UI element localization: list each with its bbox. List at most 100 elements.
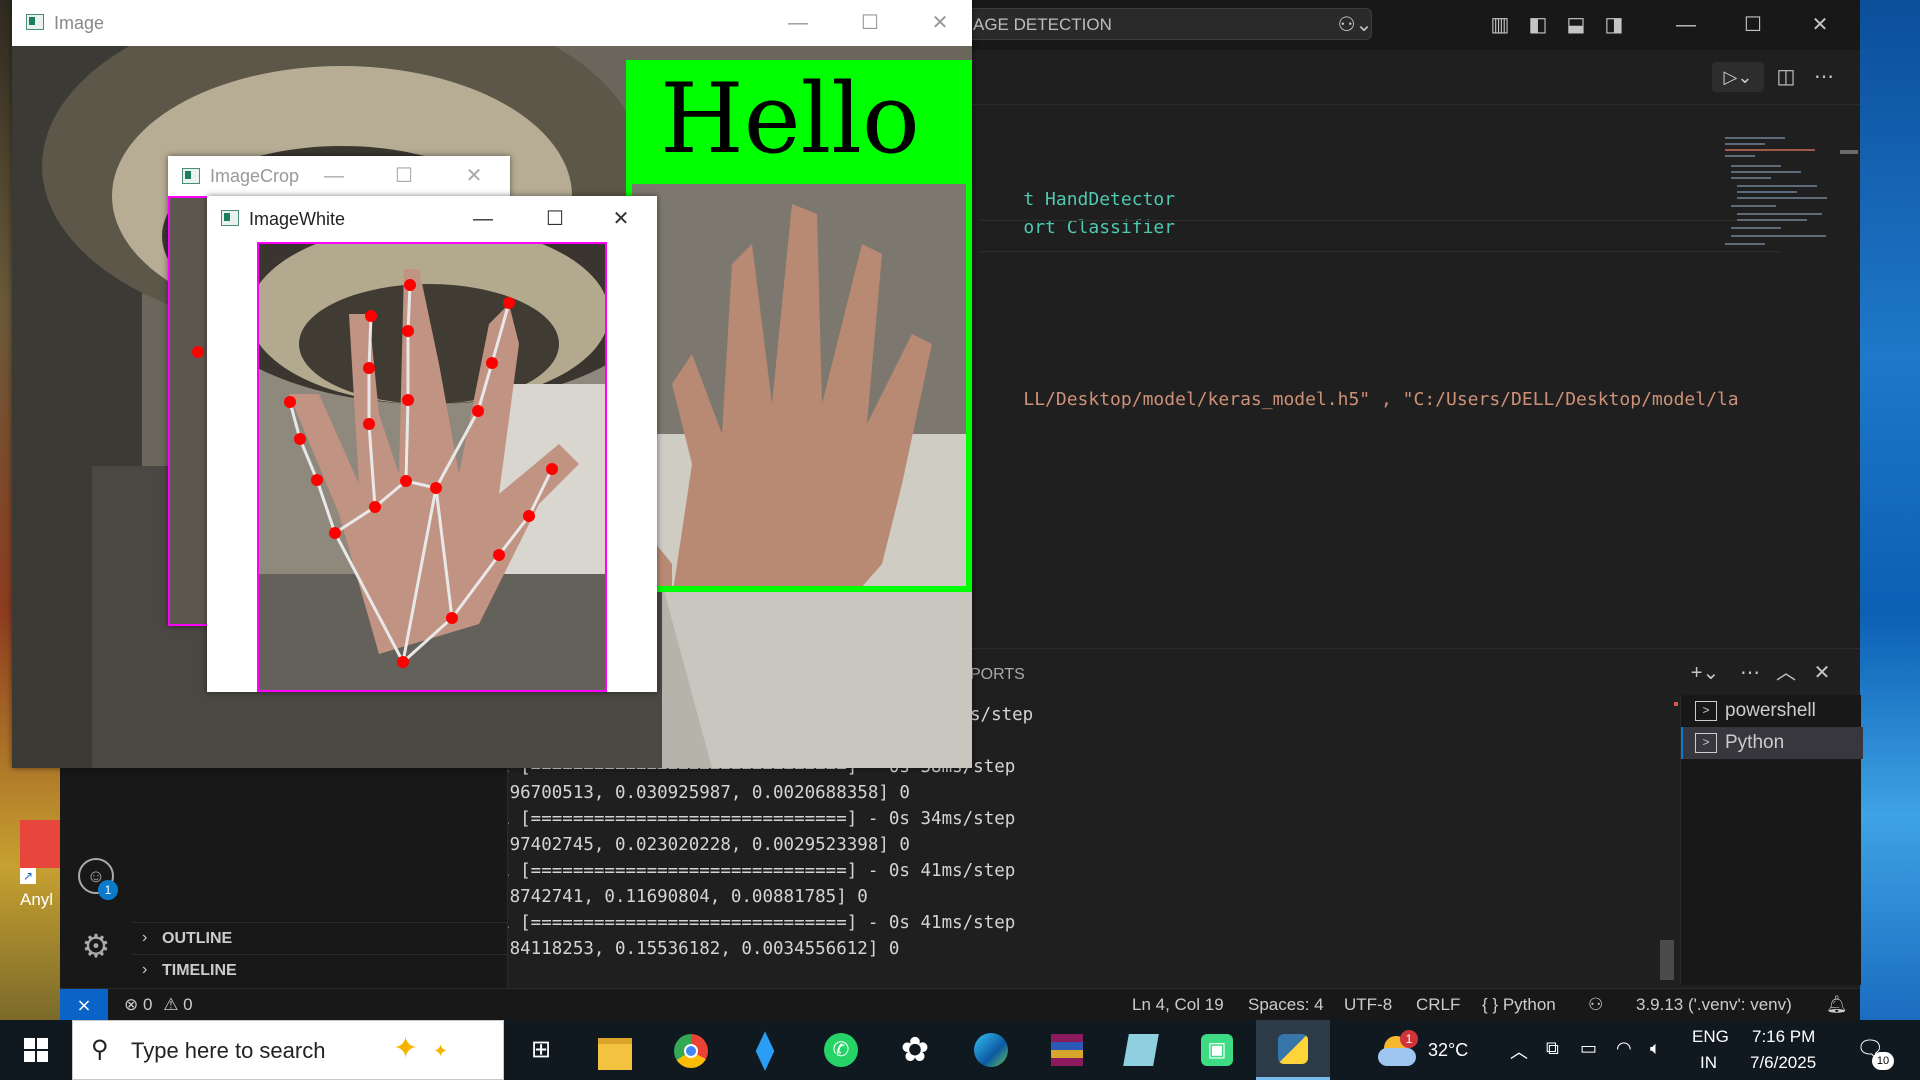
remote-indicator-icon[interactable]: ⨯ — [60, 989, 108, 1021]
desktop-wallpaper-right — [1860, 0, 1920, 1020]
file-explorer-icon[interactable] — [578, 1020, 652, 1080]
minimize-icon[interactable]: — — [306, 156, 362, 196]
code-line-text: LL/Desktop/model/keras_model.h5" , "C:/U… — [1023, 389, 1739, 410]
vscode-taskbar-icon[interactable]: ⧫ — [728, 1020, 802, 1080]
python-interpreter[interactable]: 3.9.13 ('.venv': venv) — [1636, 989, 1792, 1021]
split-editor-icon[interactable]: ◫ — [1768, 52, 1804, 102]
imagewhite-window-title: ImageWhite — [249, 209, 346, 229]
terminal-icon: > — [1695, 733, 1717, 753]
outline-label: OUTLINE — [162, 930, 233, 947]
shortcut-label: Anyl — [20, 890, 54, 909]
copilot-status-icon[interactable]: ⚇ — [1588, 989, 1603, 1021]
desktop-shortcut[interactable]: ↗ Anyl — [18, 820, 62, 916]
language-mode[interactable]: { } Python — [1482, 989, 1556, 1021]
outline-section[interactable]: › OUTLINE — [132, 922, 507, 955]
wifi-icon[interactable]: ◠ — [1616, 1038, 1632, 1059]
hand-bounding-box — [626, 178, 972, 592]
maximize-icon[interactable]: ☐ — [527, 196, 583, 242]
show-hidden-icons-icon[interactable]: ︿ — [1510, 1038, 1528, 1064]
hand-crop-box — [257, 242, 607, 692]
android-studio-icon[interactable]: ▣ — [1180, 1020, 1254, 1080]
terminal-scrollbar[interactable] — [1660, 940, 1674, 980]
hand-skeleton-image — [259, 244, 605, 690]
toggle-secondary-sidebar-icon[interactable]: ◨ — [1596, 0, 1632, 50]
chevron-right-icon: › — [142, 929, 148, 946]
terminal-line: [0.96700513, 0.030925987, 0.0020688358] … — [478, 783, 910, 803]
indentation[interactable]: Spaces: 4 — [1248, 989, 1324, 1021]
error-count: 0 — [142, 995, 153, 1014]
problems-indicator[interactable]: ⊗ 0 ⚠ 0 — [124, 989, 193, 1021]
command-center-search[interactable]: AGE DETECTION — [960, 8, 1372, 40]
language-bottom[interactable]: IN — [1700, 1053, 1717, 1073]
status-bar: ⨯ ⊗ 0 ⚠ 0 Ln 4, Col 19 Spaces: 4 UTF-8 C… — [60, 988, 1860, 1021]
clock-time[interactable]: 7:16 PM — [1752, 1027, 1815, 1047]
minimize-icon[interactable]: — — [455, 196, 511, 242]
close-panel-icon[interactable]: ✕ — [1804, 648, 1840, 698]
edge-icon[interactable] — [954, 1020, 1028, 1080]
language-top[interactable]: ENG — [1692, 1027, 1729, 1047]
shortcut-arrow-icon: ↗ — [20, 868, 36, 884]
python-taskbar-icon[interactable] — [1256, 1020, 1330, 1080]
chevron-right-icon: › — [142, 961, 148, 978]
line-ending[interactable]: CRLF — [1416, 989, 1460, 1021]
imagewhite-canvas — [207, 242, 657, 692]
run-button[interactable]: ▷⌄ — [1712, 62, 1764, 92]
winrar-icon[interactable] — [1030, 1020, 1104, 1080]
minimap[interactable] — [1725, 135, 1835, 265]
shortcut-icon — [20, 820, 60, 868]
warning-icon: ⚠ — [163, 995, 179, 1014]
notes-app-icon[interactable] — [1104, 1020, 1178, 1080]
maximize-icon[interactable]: ☐ — [376, 156, 432, 196]
meet-now-icon[interactable]: ⧉ — [1546, 1038, 1559, 1059]
terminal-item-python[interactable]: > Python — [1681, 727, 1863, 759]
chrome-icon[interactable] — [654, 1020, 728, 1080]
imagewhite-window-titlebar[interactable]: ImageWhite — ☐ ✕ — [207, 196, 657, 242]
minimize-icon[interactable]: — — [770, 0, 826, 46]
timeline-section[interactable]: › TIMELINE — [132, 954, 507, 987]
more-actions-icon[interactable]: ⋯ — [1806, 52, 1842, 102]
current-line-highlight — [980, 220, 1780, 252]
terminal-tab-marker — [1674, 702, 1678, 706]
weather-temperature[interactable]: 32°C — [1428, 1040, 1468, 1061]
close-icon[interactable]: ✕ — [446, 156, 502, 196]
maximize-icon[interactable]: ☐ — [1735, 0, 1771, 50]
settings-gear-icon[interactable]: ⚙ — [78, 928, 114, 964]
panel-tab-ports[interactable]: PORTS — [970, 666, 1025, 684]
toggle-panel-icon[interactable]: ⬓ — [1558, 0, 1594, 50]
taskbar-search-box[interactable]: ⚲ Type here to search ✦ ✦ — [72, 1020, 504, 1080]
clock-date[interactable]: 7/6/2025 — [1750, 1053, 1816, 1073]
toggle-primary-sidebar-icon[interactable]: ◧ — [1520, 0, 1556, 50]
app-icon — [26, 14, 44, 30]
accounts-badge: 1 — [98, 880, 118, 900]
whatsapp-icon[interactable]: ✆ — [804, 1020, 878, 1080]
imagewhite-window: ImageWhite — ☐ ✕ — [207, 196, 657, 692]
timeline-label: TIMELINE — [162, 962, 237, 979]
close-icon[interactable]: ✕ — [593, 196, 649, 242]
terminal-item-powershell[interactable]: > powershell — [1681, 695, 1861, 727]
maximize-panel-icon[interactable]: ︿ — [1768, 648, 1804, 698]
volume-icon[interactable]: 🔈︎ — [1650, 1038, 1661, 1059]
image-window-titlebar[interactable]: Image — ☐ ✕ — [12, 0, 972, 46]
maximize-icon[interactable]: ☐ — [842, 0, 898, 46]
chatgpt-icon[interactable]: ✿ — [878, 1020, 952, 1080]
notifications-bell-icon[interactable]: 🔔︎ — [1826, 989, 1848, 1021]
editor-scrollbar[interactable] — [1840, 150, 1858, 154]
minimize-icon[interactable]: — — [1668, 0, 1704, 50]
close-icon[interactable]: ✕ — [1802, 0, 1838, 50]
terminal-line: [0.84118253, 0.15536182, 0.0034556612] 0 — [478, 939, 900, 959]
panel-more-icon[interactable]: ⋯ — [1732, 648, 1768, 698]
terminal-line: s/step — [970, 705, 1034, 725]
new-terminal-icon[interactable]: +⌄ — [1680, 648, 1730, 698]
imagecrop-window-titlebar[interactable]: ImageCrop — ☐ ✕ — [168, 156, 510, 196]
task-view-icon[interactable]: ⊞ — [504, 1020, 578, 1080]
copilot-icon[interactable]: ⚇⌄ — [1330, 0, 1380, 50]
language-label: Python — [1502, 995, 1556, 1014]
encoding[interactable]: UTF-8 — [1344, 989, 1392, 1021]
battery-icon[interactable]: ▭ — [1580, 1038, 1597, 1059]
terminal-line: 1/1 [==============================] - 0… — [478, 913, 1016, 933]
close-icon[interactable]: ✕ — [912, 0, 968, 46]
customize-layout-icon[interactable]: ▥ — [1482, 0, 1518, 50]
start-button[interactable] — [12, 1032, 60, 1068]
cursor-position[interactable]: Ln 4, Col 19 — [1132, 989, 1224, 1021]
weather-badge: 1 — [1400, 1030, 1418, 1048]
